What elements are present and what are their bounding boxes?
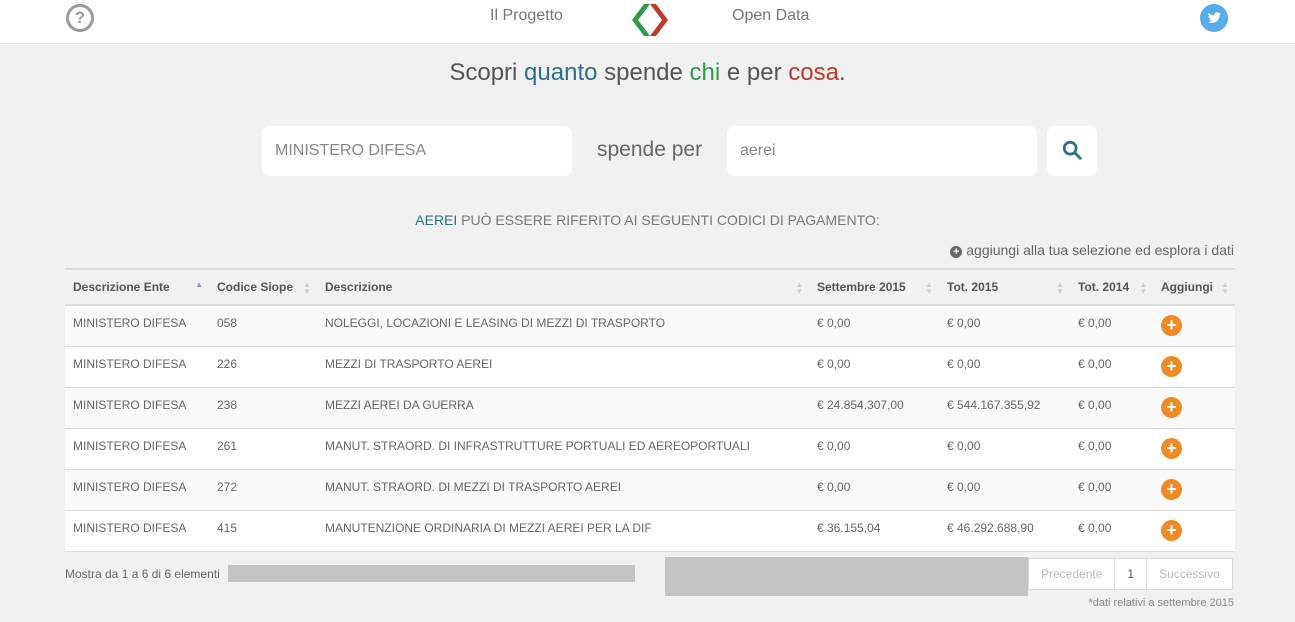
results-count: Mostra da 1 a 6 di 6 elementi [65,567,220,581]
cell-tot-2014: € 0,00 [1078,397,1112,412]
cell-tot-2014: € 0,00 [1078,438,1112,453]
cell-settembre-2015: € 36.155,04 [817,520,881,535]
add-row-button[interactable]: + [1161,437,1182,459]
sort-icon: ▲ ▼ [1056,280,1064,296]
cell-descrizione: MANUT. STRAORD. DI INFRASTRUTTURE PORTUA… [325,438,750,453]
cell-tot-2015: € 46.292.688,90 [947,520,1034,535]
add-hint: + aggiungi alla tua selezione ed esplora … [950,242,1234,258]
cell-settembre-2015: € 0,00 [817,316,851,330]
cell-settembre-2015: € 0,00 [817,356,851,371]
top-nav: ? Il Progetto Open Data [0,0,1295,44]
ente-search-input[interactable] [262,126,572,176]
cell-aggiungi: + [1153,305,1235,346]
sort-icon: ▲ ▼ [925,280,933,296]
placeholder-bar [228,565,635,582]
sort-icon: ▲ ▼ [303,280,311,296]
sort-icon: ▲ ▼ [1139,280,1147,296]
cell-settembre-2015: € 0,00 [817,479,851,494]
sort-asc-icon: ▲ [195,280,203,289]
cell-descrizione: MANUT. STRAORD. DI MEZZI DI TRASPORTO AE… [325,479,622,494]
cell-tot-2015: € 0,00 [947,479,981,494]
column-header-descrizione[interactable]: Descrizione ▲ ▼ [317,269,809,305]
cosa-search-input[interactable] [727,126,1037,176]
add-row-button[interactable]: + [1161,315,1182,336]
plus-circle-icon: + [950,246,963,258]
sort-icon: ▲ ▼ [1221,280,1229,296]
table-row: MINISTERO DIFESA 415 MANUTENZIONE ORDINA… [65,510,1235,551]
table-row: MINISTERO DIFESA 226 MEZZI DI TRASPORTO … [65,346,1235,387]
twitter-icon[interactable] [1200,4,1228,32]
placeholder-bar [665,557,1028,596]
cell-descrizione: MEZZI AEREI DA GUERRA [325,397,474,412]
add-row-button[interactable]: + [1161,355,1182,377]
result-info: AEREI PUÒ ESSERE RIFERITO AI SEGUENTI CO… [415,212,880,228]
add-row-button[interactable]: + [1161,396,1182,418]
column-header-descrizione-ente[interactable]: Descrizione Ente ▲ [65,269,209,305]
cell-aggiungi: + [1153,387,1235,428]
table-row: MINISTERO DIFESA 261 MANUT. STRAORD. DI … [65,428,1235,469]
cell-codice: 272 [217,479,238,494]
table-row: MINISTERO DIFESA 272 MANUT. STRAORD. DI … [65,469,1235,510]
cell-aggiungi: + [1153,469,1235,510]
cell-tot-2015: € 0,00 [947,438,981,453]
data-note: *dati relativi a settembre 2015 [1088,597,1234,609]
cell-codice: 226 [217,356,238,371]
add-row-button[interactable]: + [1161,519,1182,541]
column-header-tot-2014[interactable]: Tot. 2014 ▲ ▼ [1070,269,1153,305]
add-row-button[interactable]: + [1161,478,1182,500]
cell-tot-2015: € 0,00 [947,316,981,330]
column-header-codice-siope[interactable]: Codice Siope ▲ ▼ [209,269,317,305]
nav-link-open-data[interactable]: Open Data [732,7,809,25]
search-connector-label: spende per [597,138,703,161]
cell-descrizione: NOLEGGI, LOCAZIONI E LEASING DI MEZZI DI… [325,316,666,330]
cell-tot-2014: € 0,00 [1078,520,1112,535]
cell-tot-2014: € 0,00 [1078,356,1112,371]
results-table: Descrizione Ente ▲ Codice Siope ▲ ▼ Descriz… [65,268,1235,552]
column-header-tot-2015[interactable]: Tot. 2015 ▲ ▼ [939,269,1070,305]
cell-codice: 238 [217,397,238,412]
cell-codice: 058 [217,316,238,330]
search-button[interactable] [1047,126,1097,176]
cell-tot-2015: € 544.167.355,92 [947,397,1041,412]
pagination-page-1[interactable]: 1 [1115,559,1148,589]
cell-codice: 415 [217,520,238,535]
sort-icon: ▲ ▼ [795,280,803,296]
cell-codice: 261 [217,438,238,453]
cell-tot-2015: € 0,00 [947,356,981,371]
page-headline: Scopri quanto spende chi e per cosa. [449,59,846,86]
cell-ente: MINISTERO DIFESA [73,438,187,453]
pagination: Precedente 1 Successivo [1028,558,1233,590]
cell-aggiungi: + [1153,510,1235,551]
table-row: MINISTERO DIFESA 238 MEZZI AEREI DA GUER… [65,387,1235,428]
table-header-row: Descrizione Ente ▲ Codice Siope ▲ ▼ Descriz… [65,269,1235,305]
cell-settembre-2015: € 24.854.307,00 [817,397,904,412]
cell-descrizione: MEZZI DI TRASPORTO AEREI [325,356,493,371]
cell-ente: MINISTERO DIFESA [73,316,187,330]
cell-ente: MINISTERO DIFESA [73,520,187,535]
nav-link-progetto[interactable]: Il Progetto [490,7,563,25]
cell-aggiungi: + [1153,428,1235,469]
help-icon[interactable]: ? [66,4,94,32]
search-icon [1062,140,1082,160]
cell-settembre-2015: € 0,00 [817,438,851,453]
cell-tot-2014: € 0,00 [1078,479,1112,494]
cell-ente: MINISTERO DIFESA [73,356,187,371]
cell-tot-2014: € 0,00 [1078,316,1112,330]
column-header-settembre-2015[interactable]: Settembre 2015 ▲ ▼ [809,269,939,305]
cell-ente: MINISTERO DIFESA [73,479,187,494]
column-header-aggiungi[interactable]: Aggiungi ▲ ▼ [1153,269,1235,305]
table-row: MINISTERO DIFESA 058 NOLEGGI, LOCAZIONI … [65,305,1235,346]
logo-icon[interactable] [628,0,672,40]
pagination-next-button[interactable]: Successivo [1147,559,1232,589]
cell-ente: MINISTERO DIFESA [73,397,187,412]
pagination-previous-button[interactable]: Precedente [1029,559,1116,589]
cell-descrizione: MANUTENZIONE ORDINARIA DI MEZZI AEREI PE… [325,520,652,535]
cell-aggiungi: + [1153,346,1235,387]
